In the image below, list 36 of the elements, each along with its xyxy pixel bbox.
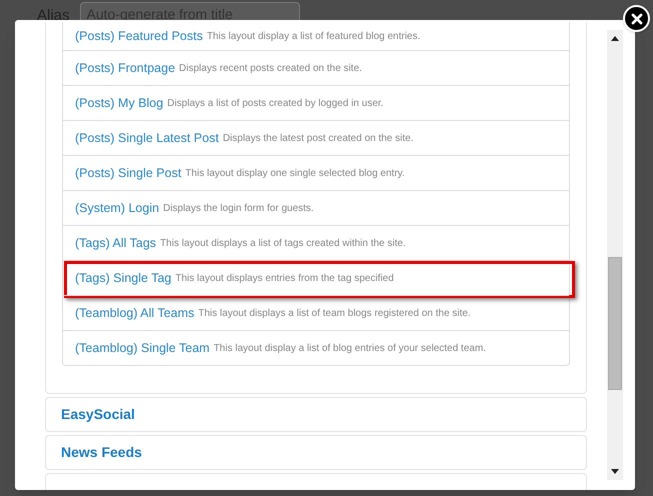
layout-row[interactable]: (Posts) Frontpage Displays recent posts created on the site. xyxy=(63,50,569,85)
close-icon xyxy=(628,10,644,26)
layout-description: This layout displays a list of tags created within the site. xyxy=(160,236,406,250)
layout-description: Displays the latest post created on the site. xyxy=(222,132,414,146)
layout-link[interactable]: (Teamblog) Single Team xyxy=(75,338,210,358)
scroll-down-icon[interactable] xyxy=(611,469,619,474)
layout-row[interactable]: (Teamblog) All Teams This layout displays a list of team blogs registered on the site. xyxy=(63,295,569,330)
close-button[interactable] xyxy=(623,5,650,32)
layout-link[interactable]: (System) Login xyxy=(75,198,160,218)
layout-description: Displays recent posts created on the site. xyxy=(179,62,362,76)
layout-row[interactable]: (Tags) All Tags This layout displays a list of tags created within the site. xyxy=(63,225,569,260)
layout-link[interactable]: (Posts) Single Latest Post xyxy=(75,128,219,148)
layout-row[interactable]: (Posts) Single Latest Post Displays the latest post created on the site. xyxy=(63,120,569,155)
scroll-thumb[interactable] xyxy=(608,257,622,390)
layout-row[interactable]: (Posts) Single Post This layout display one single selected blog entry. xyxy=(63,155,569,190)
group-panel[interactable]: News Feeds xyxy=(45,435,587,470)
scroll-up-icon[interactable] xyxy=(611,36,619,41)
layout-link[interactable]: (Posts) Single Post xyxy=(75,164,182,182)
layout-description: This layout display one single selected blog entry. xyxy=(185,166,405,180)
layout-description: This layout displays a list of team blogs registered on the site. xyxy=(198,306,471,320)
layout-link[interactable]: (Posts) Featured Posts xyxy=(75,26,203,46)
layout-description: This layout display a list of blog entries of your selected team. xyxy=(214,342,486,356)
layout-description: Displays the login form for guests. xyxy=(163,202,314,216)
layout-link[interactable]: (Tags) All Tags xyxy=(75,234,156,252)
layout-link[interactable]: (Tags) Single Tag xyxy=(75,268,172,288)
group-panel[interactable]: EasySocial xyxy=(45,397,587,432)
layout-link[interactable]: (Posts) My Blog xyxy=(75,94,164,112)
layout-row[interactable]: (System) Login Displays the login form for guests. xyxy=(63,190,569,225)
layout-link[interactable]: (Posts) Frontpage xyxy=(75,58,176,78)
layout-description: This layout display a list of featured blog entries. xyxy=(206,30,420,44)
layout-link[interactable]: (Teamblog) All Teams xyxy=(75,304,194,322)
layout-row[interactable]: (Tags) Single Tag This layout displays entries from the tag specified xyxy=(63,260,569,295)
layout-row[interactable]: (Teamblog) Single Team This layout display a list of blog entries of your selected team. xyxy=(63,330,569,365)
layout-row[interactable]: (Posts) My Blog Displays a list of posts created by logged in user. xyxy=(63,85,569,120)
layout-description: This layout displays entries from the tag specified xyxy=(175,272,394,286)
layout-description: Displays a list of posts created by logged in user. xyxy=(167,96,384,110)
